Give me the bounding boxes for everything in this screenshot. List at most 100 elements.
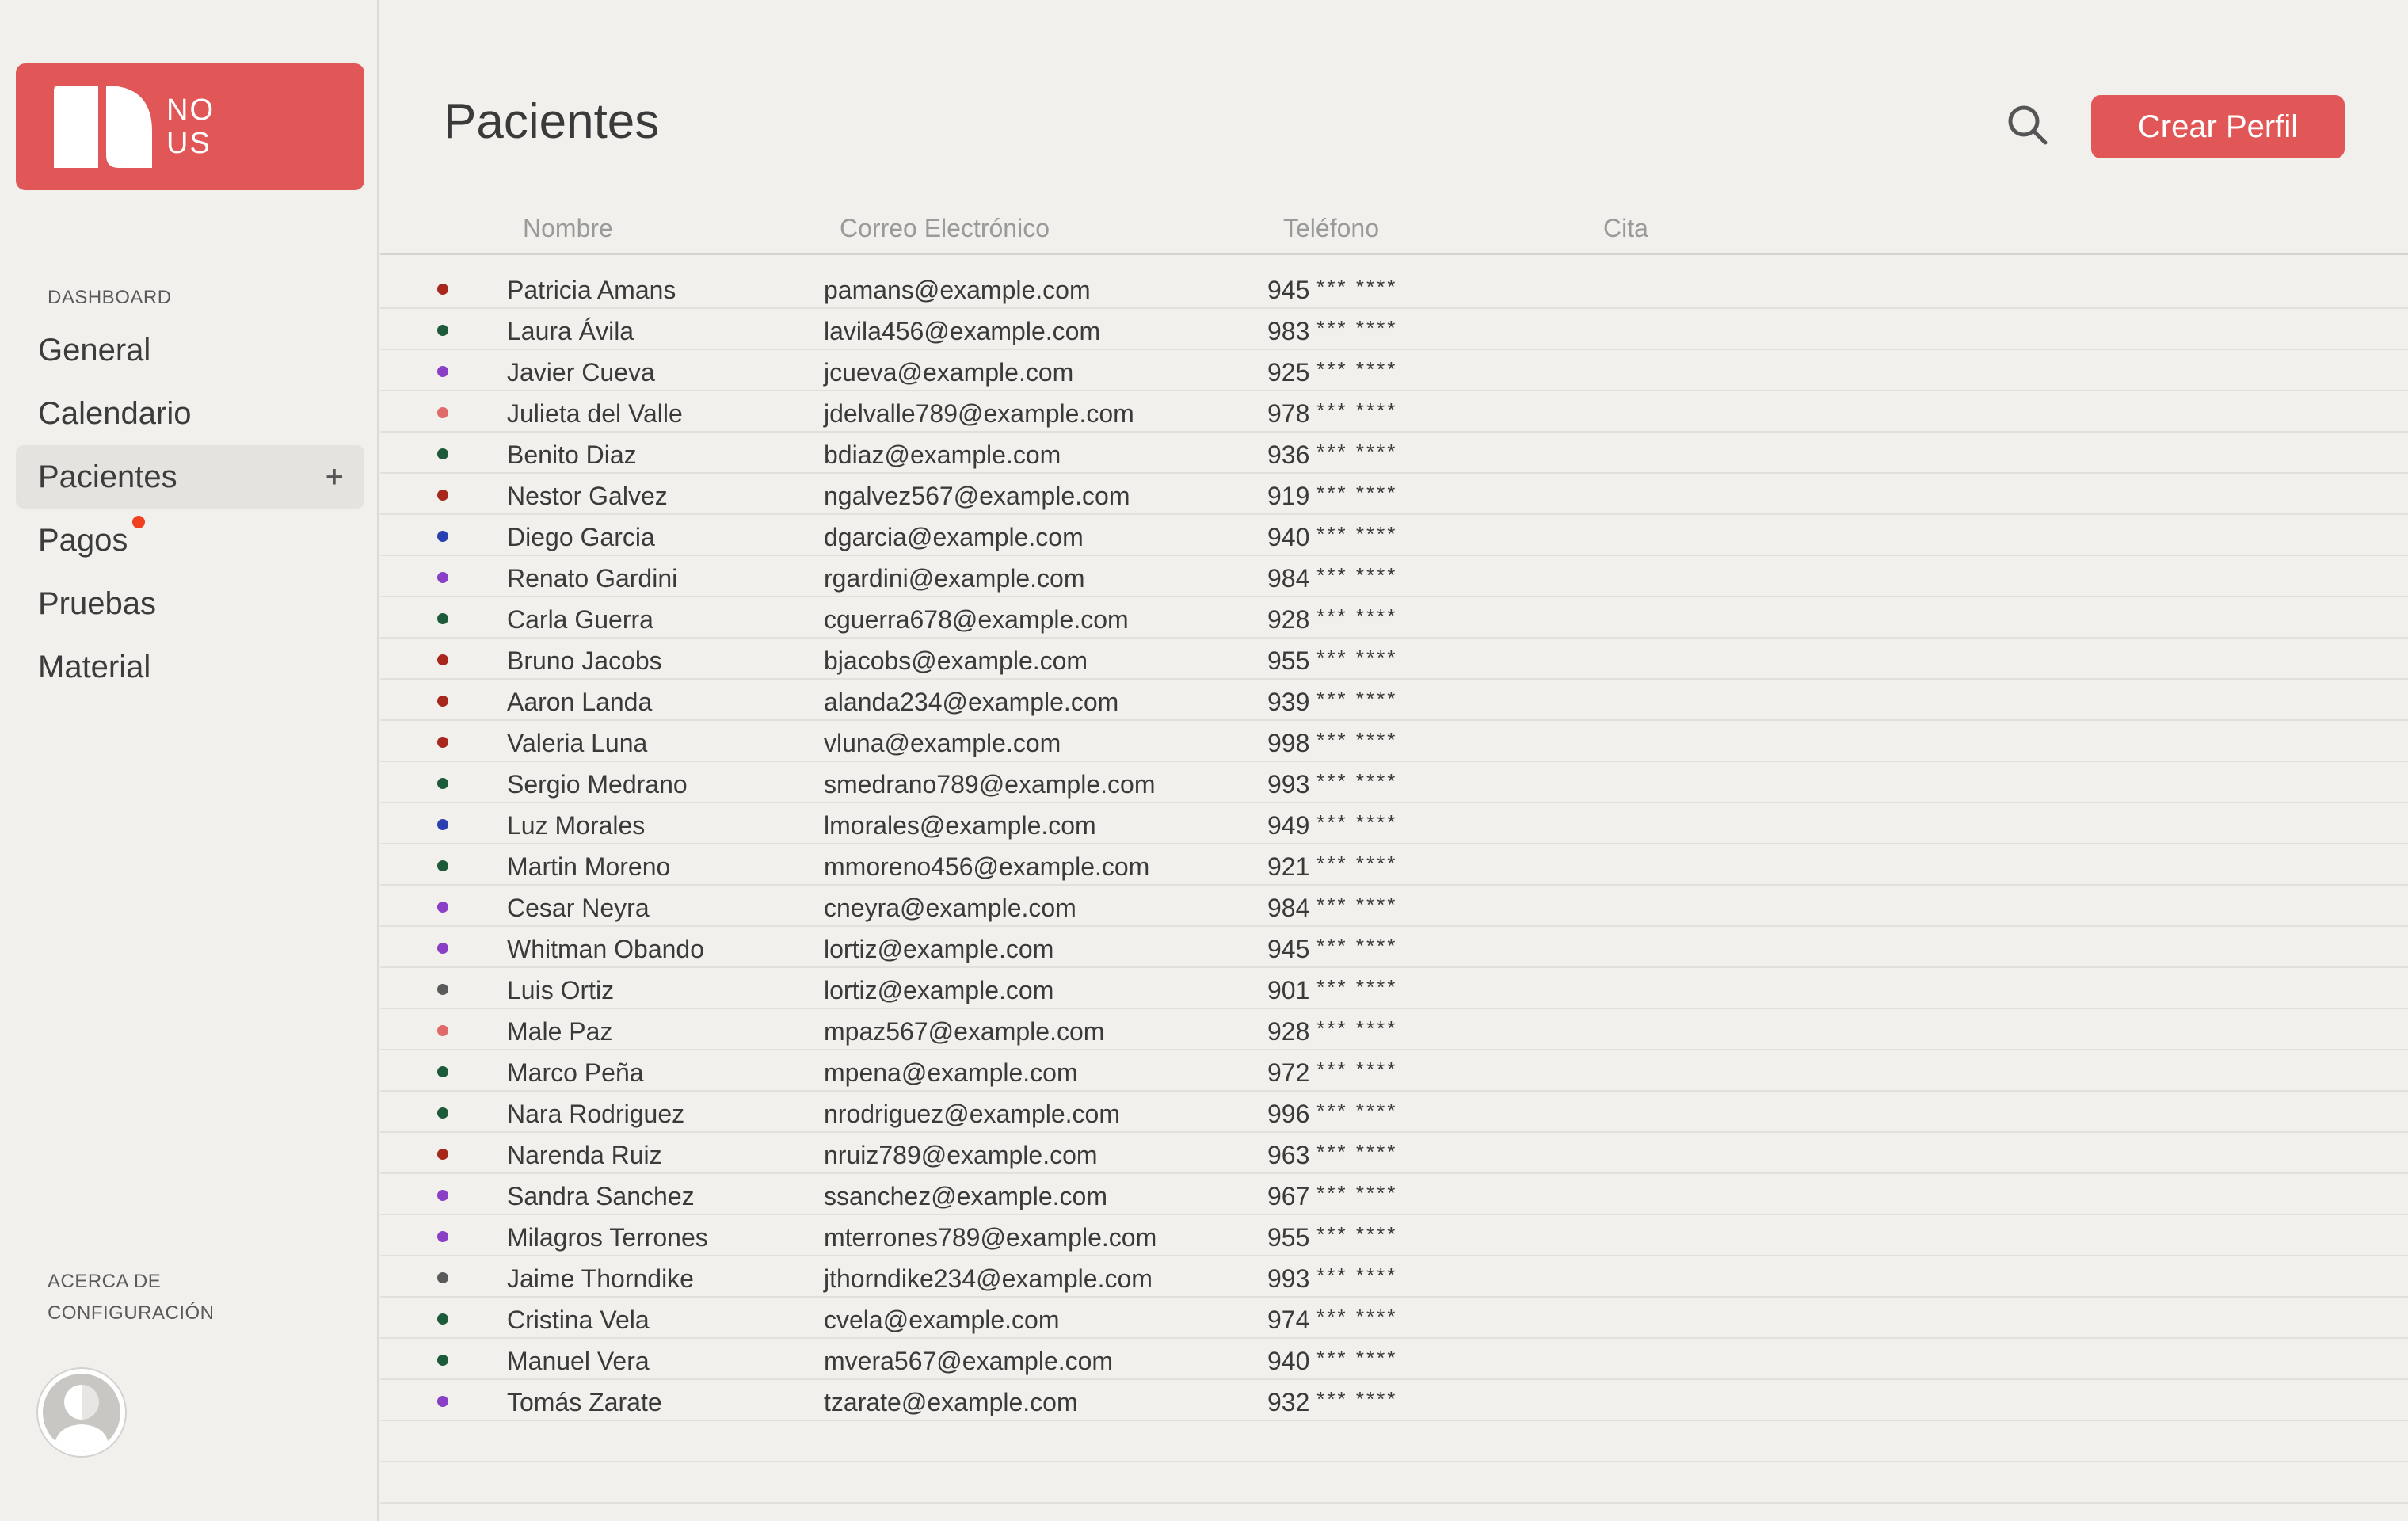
page-title: Pacientes [444,94,660,149]
patient-name: Manuel Vera [507,1347,650,1375]
patient-phone: 955 *** **** [1267,1222,1397,1252]
search-button[interactable] [2004,101,2052,149]
phone-prefix: 996 [1267,1100,1310,1128]
patient-email: mpaz567@example.com [824,1017,1105,1046]
patient-name: Jaime Thorndike [507,1264,694,1293]
table-row[interactable]: Marco Peña mpena@example.com 972 *** **** [380,1050,2408,1092]
status-dot-icon [437,696,448,707]
phone-prefix: 949 [1267,811,1310,840]
patient-name: Luz Morales [507,811,646,840]
table-row[interactable]: Male Paz mpaz567@example.com 928 *** **** [380,1009,2408,1050]
patient-email: vluna@example.com [824,729,1061,757]
brand-name: NO US [166,93,215,160]
brand-line-1: NO [166,93,215,127]
phone-mask: *** **** [1316,769,1398,793]
phone-prefix: 983 [1267,317,1310,345]
column-header-name[interactable]: Nombre [523,214,613,243]
sidebar-item-pagos[interactable]: Pagos [16,509,364,572]
patient-phone: 945 *** **** [1267,275,1397,305]
phone-mask: *** **** [1316,1099,1398,1123]
patient-phone: 939 *** **** [1267,687,1397,717]
table-row[interactable]: Aaron Landa alanda234@example.com 939 *** … [380,680,2408,721]
table-row[interactable]: Benito Diaz bdiaz@example.com 936 *** **** [380,433,2408,474]
user-avatar-icon [43,1374,120,1451]
table-row[interactable]: Carla Guerra cguerra678@example.com 928 **… [380,597,2408,639]
phone-mask: *** **** [1316,852,1398,875]
patient-name: Narenda Ruiz [507,1141,662,1169]
settings-link[interactable]: CONFIGURACIÓN [48,1298,215,1329]
patient-phone: 972 *** **** [1267,1058,1397,1088]
table-row[interactable]: Luis Ortiz lortiz@example.com 901 *** **** [380,968,2408,1009]
avatar[interactable] [38,1369,125,1456]
phone-mask: *** **** [1316,646,1398,669]
patient-name: Luis Ortiz [507,976,615,1004]
table-row[interactable]: Manuel Vera mvera567@example.com 940 *** *… [380,1339,2408,1380]
sidebar: NO US DASHBOARD General Calendario Pacien… [0,0,379,1521]
table-row[interactable]: Javier Cueva jcueva@example.com 925 *** **… [380,350,2408,391]
patient-name: Cristina Vela [507,1306,650,1334]
patient-phone: 998 *** **** [1267,728,1398,758]
patient-email: cguerra678@example.com [824,605,1129,634]
patient-name: Diego Garcia [507,523,655,551]
phone-mask: *** **** [1316,1305,1398,1328]
table-row[interactable]: Jaime Thorndike jthorndike234@example.com… [380,1256,2408,1298]
create-profile-button[interactable]: Crear Perfil [2091,95,2345,158]
patient-name: Valeria Luna [507,729,648,757]
patient-name: Nestor Galvez [507,482,668,510]
table-row[interactable]: Renato Gardini rgardini@example.com 984 **… [380,556,2408,597]
status-dot-icon [437,1025,448,1036]
table-row[interactable]: Sergio Medrano smedrano789@example.com 993… [380,762,2408,803]
about-link[interactable]: ACERCA DE [48,1266,161,1298]
patient-email: alanda234@example.com [824,688,1119,716]
table-row[interactable]: Valeria Luna vluna@example.com 998 *** ***… [380,721,2408,762]
table-row[interactable]: Laura Ávila lavila456@example.com 983 *** … [380,309,2408,350]
brand-logo[interactable]: NO US [16,63,364,190]
patient-email: mvera567@example.com [824,1347,1114,1375]
table-row[interactable]: Bruno Jacobs bjacobs@example.com 955 *** *… [380,639,2408,680]
status-dot-icon [437,984,448,995]
phone-mask: *** **** [1316,728,1398,752]
patient-email: bjacobs@example.com [824,646,1088,675]
table-row[interactable]: Cesar Neyra cneyra@example.com 984 *** ***… [380,886,2408,927]
table-row[interactable]: Nara Rodriguez nrodriguez@example.com 996 … [380,1092,2408,1133]
patient-phone: 955 *** **** [1267,646,1397,676]
sidebar-item-pruebas[interactable]: Pruebas [16,572,364,635]
patient-email: ngalvez567@example.com [824,482,1130,510]
table-row[interactable]: Sandra Sanchez ssanchez@example.com 967 **… [380,1174,2408,1215]
empty-row [380,1421,2408,1462]
table-row[interactable]: Milagros Terrones mterrones789@example.co… [380,1215,2408,1256]
table-row[interactable]: Tomás Zarate tzarate@example.com 932 *** *… [380,1380,2408,1421]
table-row[interactable]: Whitman Obando lortiz@example.com 945 *** … [380,927,2408,968]
phone-prefix: 972 [1267,1058,1310,1087]
column-header-email[interactable]: Correo Electrónico [840,214,1050,243]
patient-name: Benito Diaz [507,440,637,469]
column-header-phone[interactable]: Teléfono [1283,214,1379,243]
status-dot-icon [437,778,448,789]
table-row[interactable]: Patricia Amans pamans@example.com 945 *** … [380,268,2408,309]
status-dot-icon [437,819,448,830]
sidebar-item-general[interactable]: General [16,318,364,382]
table-row[interactable]: Julieta del Valle jdelvalle789@example.co… [380,391,2408,433]
table-row[interactable]: Diego Garcia dgarcia@example.com 940 *** *… [380,515,2408,556]
table-row[interactable]: Luz Morales lmorales@example.com 949 *** *… [380,803,2408,844]
table-row[interactable]: Cristina Vela cvela@example.com 974 *** **… [380,1298,2408,1339]
phone-mask: *** **** [1316,893,1398,917]
sidebar-item-label: Pagos [38,523,128,558]
search-icon [2008,105,2048,145]
column-header-appointment[interactable]: Cita [1603,214,1648,243]
phone-mask: *** **** [1316,1058,1398,1081]
patient-name: Julieta del Valle [507,399,683,428]
patient-email: tzarate@example.com [824,1388,1078,1416]
table-row[interactable]: Martin Moreno mmoreno456@example.com 921 *… [380,844,2408,886]
patient-name: Carla Guerra [507,605,653,634]
phone-prefix: 955 [1267,1223,1310,1252]
table-row[interactable]: Narenda Ruiz nruiz789@example.com 963 *** … [380,1133,2408,1174]
sidebar-item-material[interactable]: Material [16,635,364,699]
sidebar-item-pacientes[interactable]: Pacientes + [16,445,364,509]
patient-name: Tomás Zarate [507,1388,662,1416]
table-row[interactable]: Nestor Galvez ngalvez567@example.com 919 *… [380,474,2408,515]
sidebar-item-calendario[interactable]: Calendario [16,382,364,445]
add-patient-icon[interactable]: + [326,445,344,509]
sidebar-item-label: Material [38,650,151,684]
patient-name: Marco Peña [507,1058,644,1087]
